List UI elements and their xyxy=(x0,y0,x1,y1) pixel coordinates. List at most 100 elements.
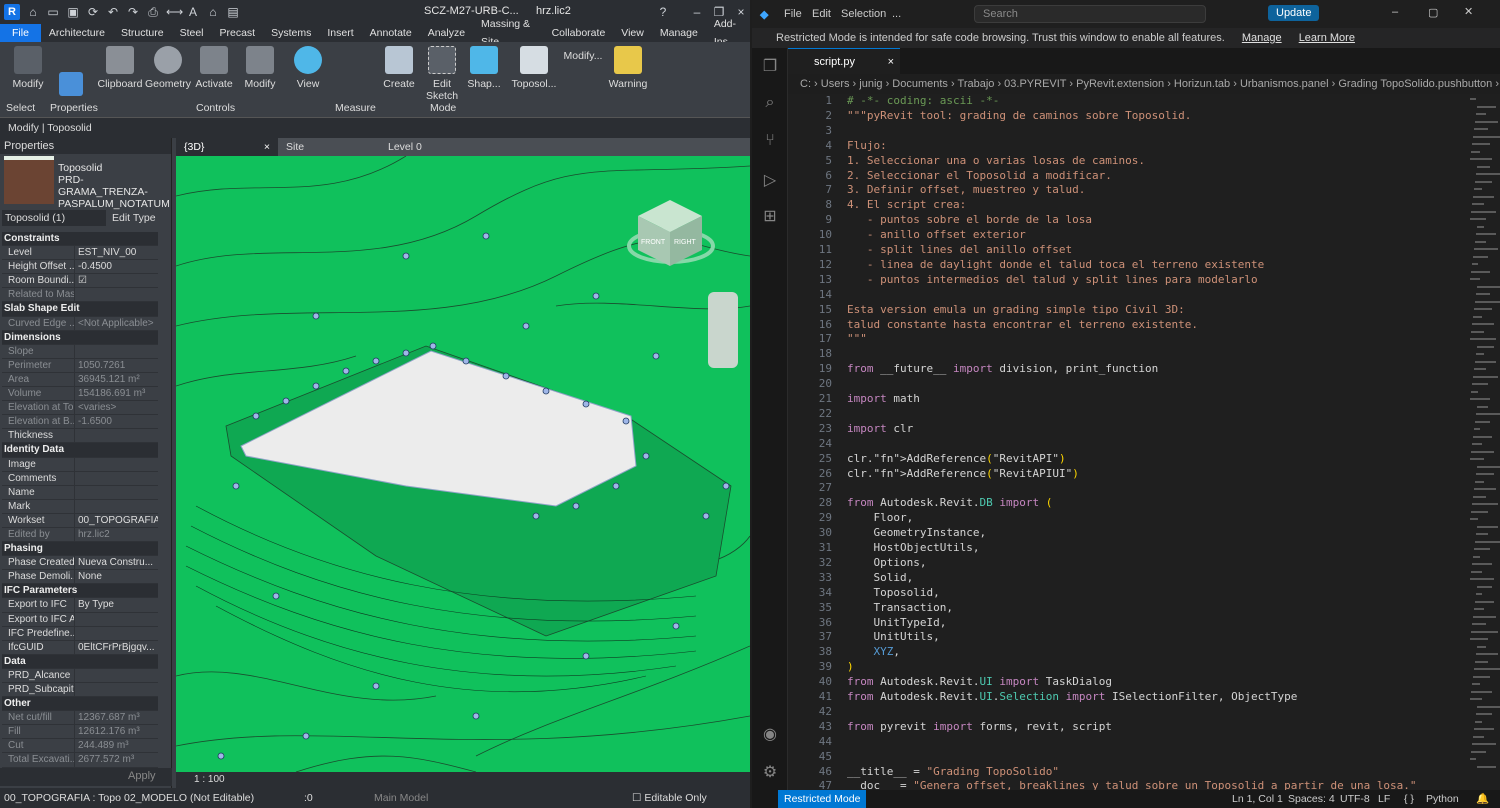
code-line[interactable]: - linea de daylight donde el talud toca … xyxy=(847,258,1264,271)
ribbon-tab-analyze[interactable]: Analyze xyxy=(420,24,473,42)
open-icon[interactable]: ▭ xyxy=(46,5,60,19)
code-line[interactable]: - split lines del anillo offset xyxy=(847,243,1072,256)
code-line[interactable]: 2. Seleccionar el Toposolid a modificar. xyxy=(847,169,1112,182)
code-line[interactable]: HostObjectUtils, xyxy=(847,541,979,554)
property-value[interactable] xyxy=(74,485,158,499)
menu-selection[interactable]: Selection xyxy=(841,8,886,20)
property-section[interactable]: Identity Data xyxy=(2,443,158,458)
minimize-icon[interactable]: – xyxy=(690,5,704,19)
property-section[interactable]: Constraints xyxy=(2,232,158,247)
property-value[interactable] xyxy=(74,499,158,513)
ribbon-tab-annotate[interactable]: Annotate xyxy=(362,24,420,42)
source-control-icon[interactable]: ⑂ xyxy=(760,132,780,152)
property-value[interactable]: 00_TOPOGRAFIA xyxy=(74,513,158,527)
instance-selector[interactable]: Toposolid (1) xyxy=(2,210,106,226)
menu-edit[interactable]: Edit xyxy=(812,8,831,20)
property-row[interactable]: Cut 244.489 m³ xyxy=(2,739,158,754)
close-icon[interactable]: ✕ xyxy=(1464,5,1473,18)
measure-icon[interactable]: ⟷ xyxy=(166,5,183,19)
code-line[interactable]: 4. El script crea: xyxy=(847,198,966,211)
code-line[interactable]: UnitUtils, xyxy=(847,630,939,643)
code-line[interactable]: """pyRevit tool: grading de caminos sobr… xyxy=(847,109,1191,122)
property-value[interactable] xyxy=(74,668,158,682)
property-value[interactable]: By Type xyxy=(74,598,158,612)
navigation-bar[interactable] xyxy=(708,292,738,368)
minimize-icon[interactable]: – xyxy=(1392,6,1398,18)
code-line[interactable]: clr."fn">AddReference("RevitAPIUI") xyxy=(847,467,1079,480)
code-line[interactable]: __doc__ = "Genera offset, breaklines y t… xyxy=(847,779,1417,790)
run-debug-icon[interactable]: ▷ xyxy=(760,170,780,190)
status-main-model[interactable]: Main Model xyxy=(374,788,428,808)
close-icon[interactable]: × xyxy=(888,49,894,75)
property-value[interactable] xyxy=(74,471,158,485)
ribbon-tab-collaborate[interactable]: Collaborate xyxy=(544,24,614,42)
property-section[interactable]: Phasing xyxy=(2,542,158,557)
property-row[interactable]: Edited by hrz.lic2 xyxy=(2,527,158,543)
ribbon-tab-precast[interactable]: Precast xyxy=(212,24,264,42)
code-line[interactable]: Flujo: xyxy=(847,139,887,152)
print-icon[interactable]: ⎙ xyxy=(146,5,160,19)
revit-logo-icon[interactable]: R xyxy=(4,4,20,20)
tab-level-0[interactable]: Level 0 xyxy=(380,138,482,156)
explorer-icon[interactable]: ❐ xyxy=(760,56,780,76)
property-value[interactable] xyxy=(74,612,158,626)
apply-button[interactable]: Apply xyxy=(128,770,156,782)
settings-icon[interactable]: ⚙ xyxy=(760,762,780,782)
code-line[interactable]: XYZ, xyxy=(847,645,901,658)
manage-link[interactable]: Manage xyxy=(1242,32,1282,44)
command-search-input[interactable]: Search xyxy=(974,5,1206,23)
panel-select[interactable]: Select xyxy=(6,102,35,114)
property-row[interactable]: Perimeter 1050.7261 xyxy=(2,358,158,373)
property-row[interactable]: Workset 00_TOPOGRAFIA xyxy=(2,513,158,528)
code-line[interactable]: talud constante hasta encontrar el terre… xyxy=(847,318,1198,331)
encoding[interactable]: UTF-8 xyxy=(1340,790,1370,808)
property-row[interactable]: Room Boundi... ☑ xyxy=(2,274,158,289)
property-row[interactable]: Fill 12612.176 m³ xyxy=(2,725,158,740)
code-line[interactable]: import clr xyxy=(847,422,913,435)
panel-measure[interactable]: Measure xyxy=(335,102,376,114)
property-value[interactable]: EST_NIV_00 xyxy=(74,246,158,260)
minimap[interactable] xyxy=(1468,94,1500,790)
status-workset[interactable]: 00_TOPOGRAFIA : Topo xyxy=(4,788,121,808)
type-name[interactable]: Toposolid PRD-GRAMA_TRENZA- PASPALUM_NOT… xyxy=(58,162,170,210)
property-section[interactable]: Dimensions xyxy=(2,330,158,345)
restricted-mode-badge[interactable]: Restricted Mode xyxy=(778,790,867,808)
property-row[interactable]: IfcGUID 0EltCFrPrBjgqv... xyxy=(2,640,158,655)
property-value[interactable] xyxy=(74,457,158,471)
code-editor[interactable]: 1 # -*- coding: ascii -*- 2 """pyRevit tool… xyxy=(788,94,1468,790)
code-line[interactable]: """ xyxy=(847,332,867,345)
tab-site[interactable]: Site xyxy=(278,138,380,156)
sync-icon[interactable]: ⟳ xyxy=(86,5,100,19)
code-line[interactable]: from pyrevit import forms, revit, script xyxy=(847,720,1112,733)
property-value[interactable] xyxy=(74,683,158,697)
language-status-icon[interactable]: { } xyxy=(1404,790,1414,808)
text-icon[interactable]: A xyxy=(186,5,200,19)
property-value[interactable]: Nueva Constru... xyxy=(74,556,158,570)
property-section[interactable]: Slab Shape Edit xyxy=(2,302,158,317)
property-value[interactable]: None xyxy=(74,570,158,584)
code-line[interactable]: Options, xyxy=(847,556,926,569)
ribbon-tab-architecture[interactable]: Architecture xyxy=(41,24,113,42)
code-line[interactable]: # -*- coding: ascii -*- xyxy=(847,94,999,107)
3d-view-icon[interactable]: ⌂ xyxy=(206,5,220,19)
code-line[interactable]: Floor, xyxy=(847,511,913,524)
editable-only-checkbox[interactable]: ☐ Editable Only xyxy=(632,788,707,808)
code-line[interactable]: ) xyxy=(847,660,854,673)
property-row[interactable]: Thickness xyxy=(2,429,158,444)
property-section[interactable]: IFC Parameters xyxy=(2,584,158,599)
undo-icon[interactable]: ↶ xyxy=(106,5,120,19)
code-line[interactable]: Solid, xyxy=(847,571,913,584)
switch-windows-icon[interactable]: ▤ xyxy=(226,5,240,19)
ribbon-tab-steel[interactable]: Steel xyxy=(172,24,212,42)
ribbon-tab-manage[interactable]: Manage xyxy=(652,24,706,42)
viewcube[interactable]: FRONT RIGHT xyxy=(627,200,715,266)
extensions-icon[interactable]: ⊞ xyxy=(760,206,780,226)
code-line[interactable]: Esta version emula un grading simple tip… xyxy=(847,303,1185,316)
ribbon-tab-structure[interactable]: Structure xyxy=(113,24,172,42)
code-line[interactable]: from Autodesk.Revit.DB import ( xyxy=(847,496,1052,509)
property-row[interactable]: Export to IFC As xyxy=(2,612,158,627)
edit-type-button[interactable]: Edit Type xyxy=(112,210,156,226)
property-row[interactable]: Slope xyxy=(2,344,158,359)
status-design-option[interactable]: 02_MODELO (Not Editable) xyxy=(124,788,254,808)
property-row[interactable]: Image xyxy=(2,457,158,472)
